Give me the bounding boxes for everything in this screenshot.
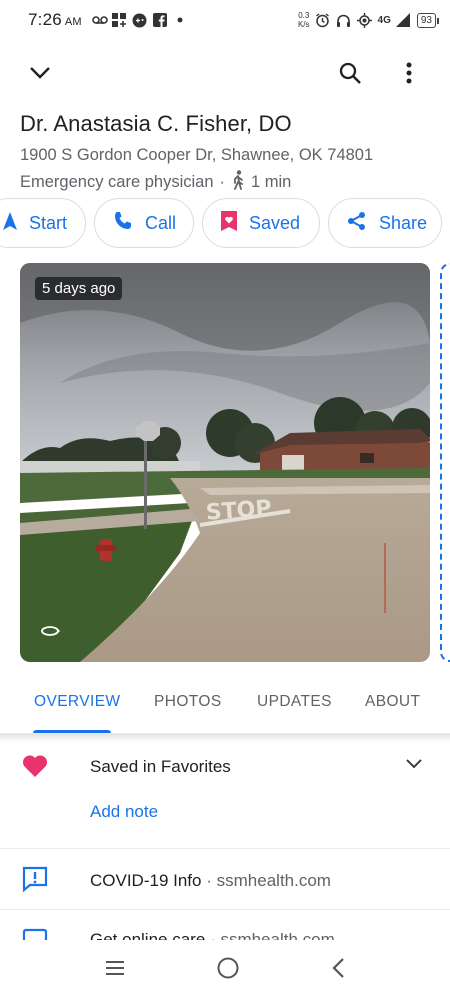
heart-icon: [22, 754, 48, 783]
start-button[interactable]: Start: [0, 198, 86, 248]
saved-button[interactable]: Saved: [202, 198, 320, 248]
add-photo-placeholder[interactable]: [440, 263, 450, 662]
call-button[interactable]: Call: [94, 198, 194, 248]
covid-info-source: ssmhealth.com: [216, 871, 331, 890]
apps-grid-icon: [112, 12, 128, 28]
place-category-row: Emergency care physician · 1 min: [20, 170, 291, 195]
alarm-icon: [315, 12, 331, 28]
saved-in-list-label: Saved in Favorites: [90, 757, 231, 776]
street-scene-image: STOP: [20, 263, 430, 662]
chevron-down-icon: [406, 756, 422, 774]
tab-updates[interactable]: UPDATES: [257, 693, 332, 711]
share-icon: [347, 211, 367, 236]
tab-overview[interactable]: OVERVIEW: [34, 693, 120, 711]
place-address: 1900 S Gordon Cooper Dr, Shawnee, OK 748…: [20, 146, 374, 164]
info-message-icon: [22, 866, 48, 897]
recent-apps-button[interactable]: [105, 960, 125, 981]
status-bar: 7:26 AM 0.3 K/s 4G 93: [0, 0, 450, 40]
back-button[interactable]: [331, 957, 345, 984]
signal-icon: [396, 12, 412, 28]
street-view-photo[interactable]: STOP 5 days ago: [20, 263, 430, 662]
tab-about[interactable]: ABOUT: [365, 693, 420, 711]
notification-dot-icon: [172, 12, 188, 28]
navigation-arrow-icon: [2, 211, 17, 235]
top-app-bar: [0, 55, 450, 95]
home-circle-icon: [216, 957, 240, 984]
location-target-icon: [357, 12, 373, 28]
share-button[interactable]: Share: [328, 198, 442, 248]
gamepad-icon: [132, 12, 148, 28]
back-chevron-icon: [331, 957, 345, 983]
add-note-link[interactable]: Add note: [90, 802, 158, 822]
network-type: 4G: [377, 14, 391, 26]
walking-icon: [231, 170, 245, 195]
status-time: 7:26 AM: [28, 10, 82, 29]
tab-bar: OVERVIEW PHOTOS UPDATES ABOUT: [0, 686, 450, 734]
search-icon: [338, 61, 362, 90]
home-button[interactable]: [216, 956, 240, 985]
more-vertical-icon: [406, 62, 412, 89]
place-category: Emergency care physician: [20, 173, 214, 191]
net-speed: 0.3 K/s: [297, 11, 310, 29]
tab-indicator: [33, 730, 111, 733]
place-title: Dr. Anastasia C. Fisher, DO: [20, 111, 292, 136]
battery-indicator: 93: [416, 12, 440, 28]
more-options-button[interactable]: [389, 55, 429, 95]
expand-saved-button[interactable]: [396, 750, 432, 780]
system-nav-bar: [0, 940, 450, 1000]
headphones-icon: [336, 12, 352, 28]
phone-icon: [113, 211, 133, 236]
action-chips: Start Call Saved Share: [0, 198, 442, 248]
collapse-button[interactable]: [20, 55, 60, 95]
photo-age-badge: 5 days ago: [35, 277, 123, 300]
bookmark-heart-icon: [221, 210, 237, 236]
covid-info-row[interactable]: COVID-19 Info · ssmhealth.com: [90, 871, 331, 891]
menu-lines-icon: [105, 960, 125, 980]
facebook-icon: [152, 12, 168, 28]
walk-time: 1 min: [251, 173, 292, 191]
chevron-down-icon: [29, 66, 51, 85]
covid-info-label: COVID-19 Info: [90, 871, 202, 890]
voicemail-icon: [91, 12, 108, 28]
search-button[interactable]: [330, 55, 370, 95]
tab-photos[interactable]: PHOTOS: [154, 693, 222, 711]
